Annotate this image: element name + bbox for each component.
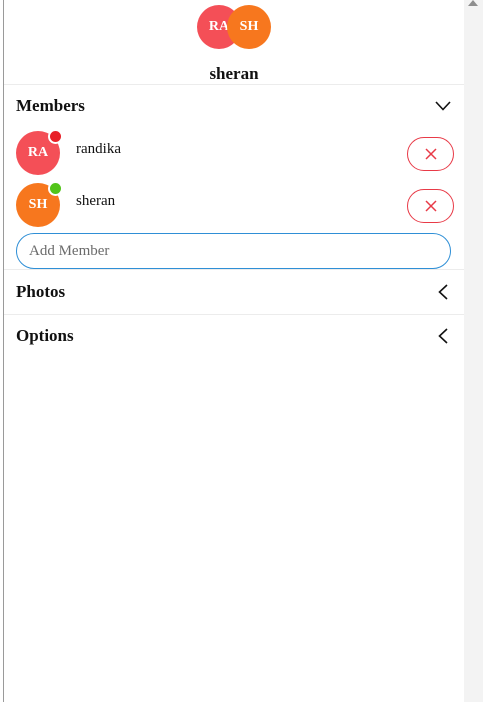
members-section-header[interactable]: Members	[16, 91, 452, 121]
chevron-left-icon[interactable]	[434, 327, 452, 345]
member-name: sheran	[76, 193, 116, 209]
members-title: Members	[16, 96, 85, 115]
divider	[4, 269, 464, 270]
member-name: randika	[76, 141, 121, 157]
status-dot-online	[48, 181, 63, 196]
member-row-randika: RA randika	[16, 129, 454, 177]
group-avatar: RA SH	[197, 5, 273, 50]
scroll-up-arrow-icon[interactable]	[468, 0, 478, 6]
close-icon	[424, 148, 437, 160]
close-icon	[424, 200, 437, 212]
options-title: Options	[16, 326, 74, 345]
chevron-down-icon[interactable]	[434, 97, 452, 115]
photos-title: Photos	[16, 282, 66, 301]
vertical-scrollbar[interactable]	[464, 0, 483, 702]
remove-member-button[interactable]	[407, 189, 454, 223]
remove-member-button[interactable]	[407, 137, 454, 171]
divider	[4, 84, 464, 85]
status-dot-offline	[48, 129, 63, 144]
conversation-info-panel: RA SH sheran Members RA randika SH shera…	[4, 0, 464, 702]
options-section-header[interactable]: Options	[16, 321, 452, 351]
avatar-sh: SH	[227, 5, 271, 49]
chevron-left-icon[interactable]	[434, 283, 452, 301]
photos-section-header[interactable]: Photos	[16, 277, 452, 307]
member-row-sheran: SH sheran	[16, 181, 454, 229]
divider	[4, 314, 464, 315]
group-name: sheran	[209, 64, 259, 83]
add-member-input[interactable]	[16, 233, 451, 269]
